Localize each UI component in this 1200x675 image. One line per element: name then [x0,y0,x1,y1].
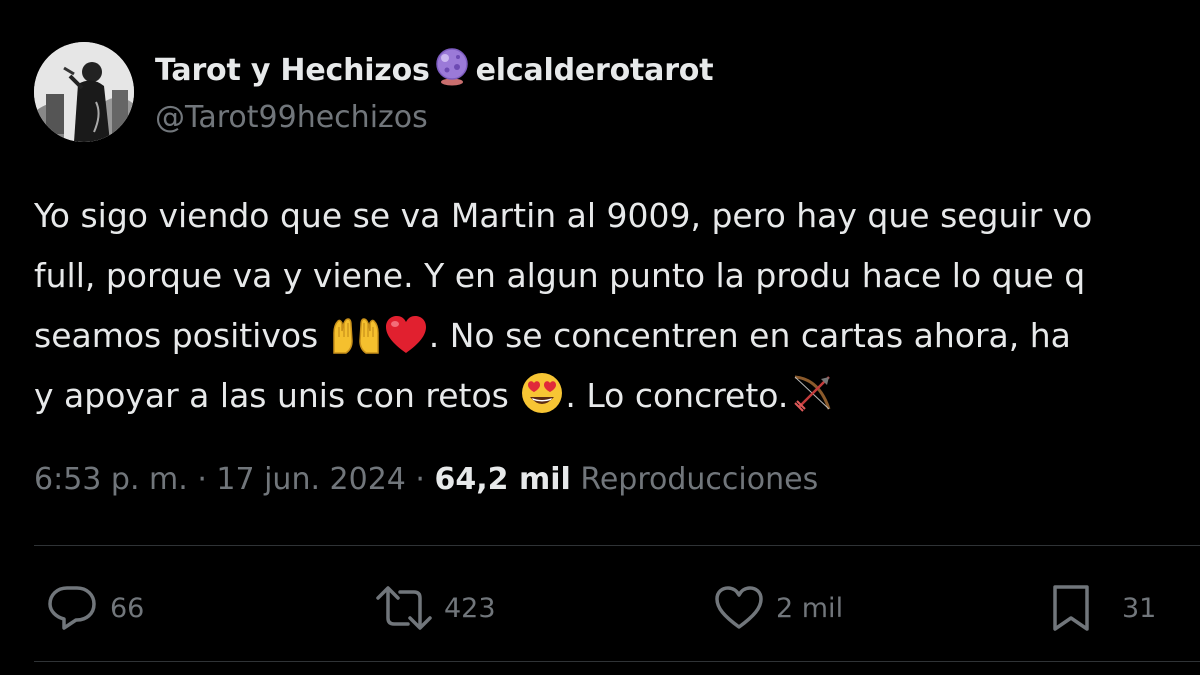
action-bar: 66 423 2 mil 31 [0,580,1200,636]
tweet-line-2: full, porque va y viene. Y en algun punt… [34,256,1086,295]
heart-eyes-face-icon [520,371,564,426]
bow-and-arrow-icon [789,371,837,426]
divider [34,545,1200,546]
retweet-button[interactable]: 423 [376,580,496,636]
tweet-line-4-start: y apoyar a las unis con retos [34,376,520,415]
tweet-line-4-end: . Lo concreto. [565,376,789,415]
retweet-count: 423 [444,592,496,624]
bookmark-button[interactable]: 31 [1050,580,1156,636]
retweet-icon [376,586,432,630]
like-count: 2 mil [776,592,844,624]
tweet-meta: 6:53 p. m. · 17 jun. 2024 · 64,2 mil Rep… [34,462,818,497]
meta-separator: · [405,462,435,497]
crystal-ball-icon [434,48,470,94]
tweet-line-3-start: seamos positivos [34,316,329,355]
tweet-line-1: Yo sigo viendo que se va Martin al 9009,… [34,196,1093,235]
avatar[interactable] [34,42,134,142]
display-name-part1: Tarot y Hechizos [155,53,430,88]
meta-separator: · [187,462,217,497]
bookmark-count: 31 [1122,592,1157,624]
reply-icon [48,586,96,630]
tweet-line-4: y apoyar a las unis con retos . Lo concr… [34,366,1200,426]
red-heart-icon [384,314,428,374]
reply-button[interactable]: 66 [46,580,144,636]
tweet-card: Tarot y Hechizos elcalderotarot @Tarot99… [0,0,1200,675]
tweet-date[interactable]: 17 jun. 2024 [216,462,406,497]
heart-icon [715,586,763,629]
reply-count: 66 [110,592,145,624]
divider [34,661,1200,662]
display-name-part2: elcalderotarot [475,53,714,88]
tweet-line-3: seamos positivos . No se concentren en c… [34,306,1200,366]
like-button[interactable]: 2 mil [714,580,843,636]
avatar-image [34,42,134,142]
views-label: Reproducciones [570,462,819,497]
author-display-name[interactable]: Tarot y Hechizos elcalderotarot [155,48,714,94]
bookmark-icon [1053,585,1089,631]
author-handle[interactable]: @Tarot99hechizos [155,100,428,135]
tweet-text: Yo sigo viendo que se va Martin al 9009,… [34,186,1200,426]
views-count: 64,2 mil [434,462,571,497]
raising-hands-icon [330,314,382,374]
tweet-line-3-end: . No se concentren en cartas ahora, ha [428,316,1071,355]
tweet-time[interactable]: 6:53 p. m. [34,462,188,497]
